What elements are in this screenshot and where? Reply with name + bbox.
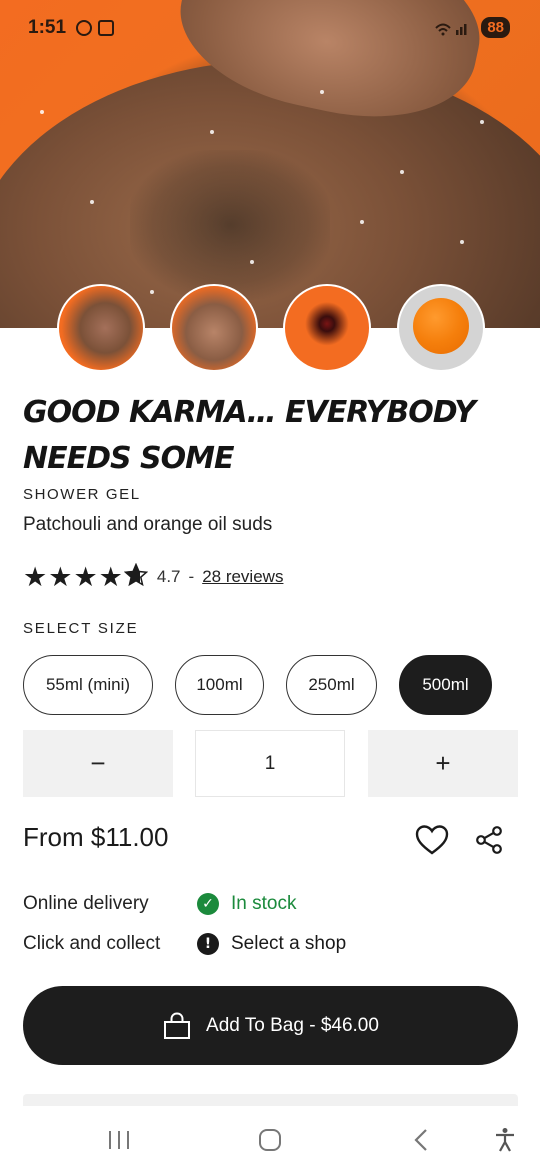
water-drop <box>460 240 464 244</box>
half-star-icon <box>123 562 149 592</box>
shopping-bag-icon <box>162 1011 192 1040</box>
recent-apps-icon[interactable] <box>99 1120 139 1160</box>
water-drop <box>400 170 404 174</box>
quantity-decrease-button[interactable]: − <box>23 730 173 797</box>
alarm-icon <box>76 20 92 36</box>
thumbnail-2[interactable] <box>170 284 258 372</box>
home-icon[interactable] <box>250 1120 290 1160</box>
system-navigation-bar <box>0 1106 540 1170</box>
thumbnail-4-selected[interactable] <box>397 284 485 372</box>
in-stock-text: In stock <box>231 893 297 914</box>
add-to-bag-label: Add To Bag - $46.00 <box>206 1014 379 1036</box>
select-shop-text[interactable]: Select a shop <box>231 933 346 955</box>
size-label: Select Size <box>23 620 139 637</box>
share-icon[interactable] <box>469 820 509 860</box>
star-icon: ★ <box>23 561 48 593</box>
water-drop <box>40 110 44 114</box>
thumbnail-1[interactable] <box>57 284 145 372</box>
wishlist-heart-icon[interactable] <box>412 820 452 860</box>
online-delivery-label: Online delivery <box>23 893 149 914</box>
water-drop <box>360 220 364 224</box>
size-option-500ml[interactable]: 500ml <box>399 655 492 715</box>
next-section-peek <box>23 1094 518 1106</box>
product-title: Good Karma… Everybody Needs Some <box>23 395 476 476</box>
star-icon: ★ <box>73 561 98 593</box>
price: From $11.00 <box>23 822 169 852</box>
click-collect-label: Click and collect <box>23 933 161 954</box>
add-to-bag-button[interactable]: Add To Bag - $46.00 <box>23 986 518 1065</box>
image-thumbnail-strip <box>0 284 540 376</box>
rating-value: 4.7 <box>156 567 181 586</box>
star-icon: ★ <box>48 561 73 593</box>
thumbnail-3[interactable] <box>283 284 371 372</box>
water-drop <box>210 130 214 134</box>
online-delivery-status: ✓ In stock <box>197 893 296 915</box>
hero-tattoo-shape <box>130 150 330 300</box>
water-drop <box>320 90 324 94</box>
check-circle-icon: ✓ <box>197 893 219 915</box>
size-option-100ml[interactable]: 100ml <box>175 655 264 715</box>
rating-row: ★ ★ ★ ★ 4.7 - 28 reviews <box>23 561 283 593</box>
rating-separator: - <box>188 567 195 586</box>
signal-icon <box>434 20 470 39</box>
quantity-value[interactable]: 1 <box>195 730 345 797</box>
product-orange-icon <box>413 298 469 354</box>
alert-circle-icon: ! <box>197 933 219 955</box>
size-option-55ml[interactable]: 55ml (mini) <box>23 655 153 715</box>
reviews-link[interactable]: 28 reviews <box>202 567 283 587</box>
back-icon[interactable] <box>401 1120 441 1160</box>
size-option-250ml[interactable]: 250ml <box>286 655 377 715</box>
accessibility-icon[interactable] <box>485 1120 525 1160</box>
battery-indicator: 88 <box>481 17 510 38</box>
quantity-increase-button[interactable]: + <box>368 730 518 797</box>
water-drop <box>480 120 484 124</box>
star-icon: ★ <box>98 561 123 593</box>
screenshot-icon <box>98 20 114 36</box>
water-drop <box>90 200 94 204</box>
product-category: Shower Gel <box>23 486 141 503</box>
click-collect-status[interactable]: ! Select a shop <box>197 933 346 955</box>
product-subtitle: Patchouli and orange oil suds <box>23 514 273 535</box>
water-drop <box>250 260 254 264</box>
status-bar: 1:51 88 <box>0 0 540 58</box>
status-time: 1:51 <box>28 17 67 38</box>
